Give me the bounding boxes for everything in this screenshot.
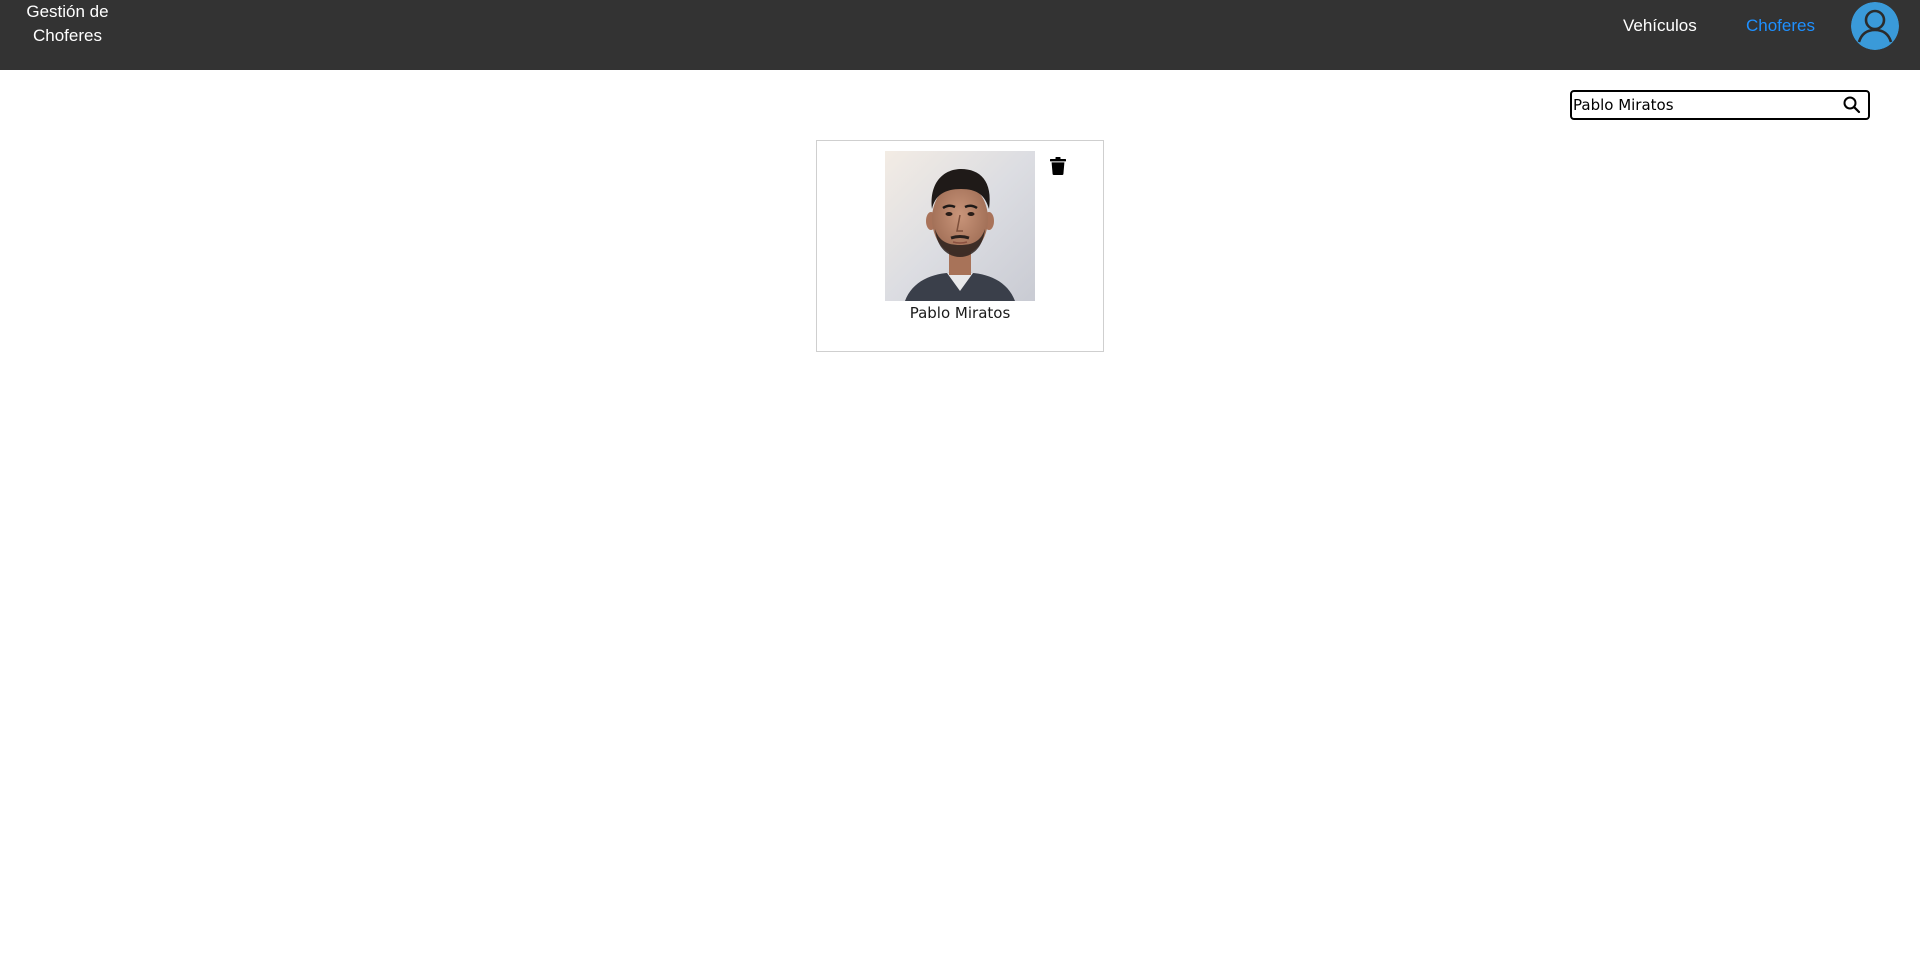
brand-line-2: Choferes [33, 26, 102, 45]
user-circle-icon [1851, 2, 1899, 50]
search-icon [1843, 96, 1861, 114]
driver-portrait-image [885, 151, 1035, 301]
driver-name: Pablo Miratos [909, 304, 1011, 322]
brand-line-1: Gestión de [26, 2, 109, 21]
top-navbar: Gestión de Choferes Vehículos Choferes [0, 0, 1920, 70]
search-button[interactable] [1842, 95, 1862, 115]
driver-photo[interactable] [885, 151, 1035, 301]
trash-icon [1050, 157, 1066, 175]
driver-card[interactable]: Pablo Miratos [816, 140, 1104, 352]
user-avatar-button[interactable] [1851, 2, 1899, 50]
search-input[interactable] [1572, 92, 1832, 118]
delete-driver-button[interactable] [1050, 157, 1066, 175]
nav-link-vehiculos[interactable]: Vehículos [1623, 16, 1697, 36]
nav-link-choferes[interactable]: Choferes [1746, 16, 1815, 36]
search-box [1570, 90, 1870, 120]
app-brand[interactable]: Gestión de Choferes [20, 0, 115, 48]
